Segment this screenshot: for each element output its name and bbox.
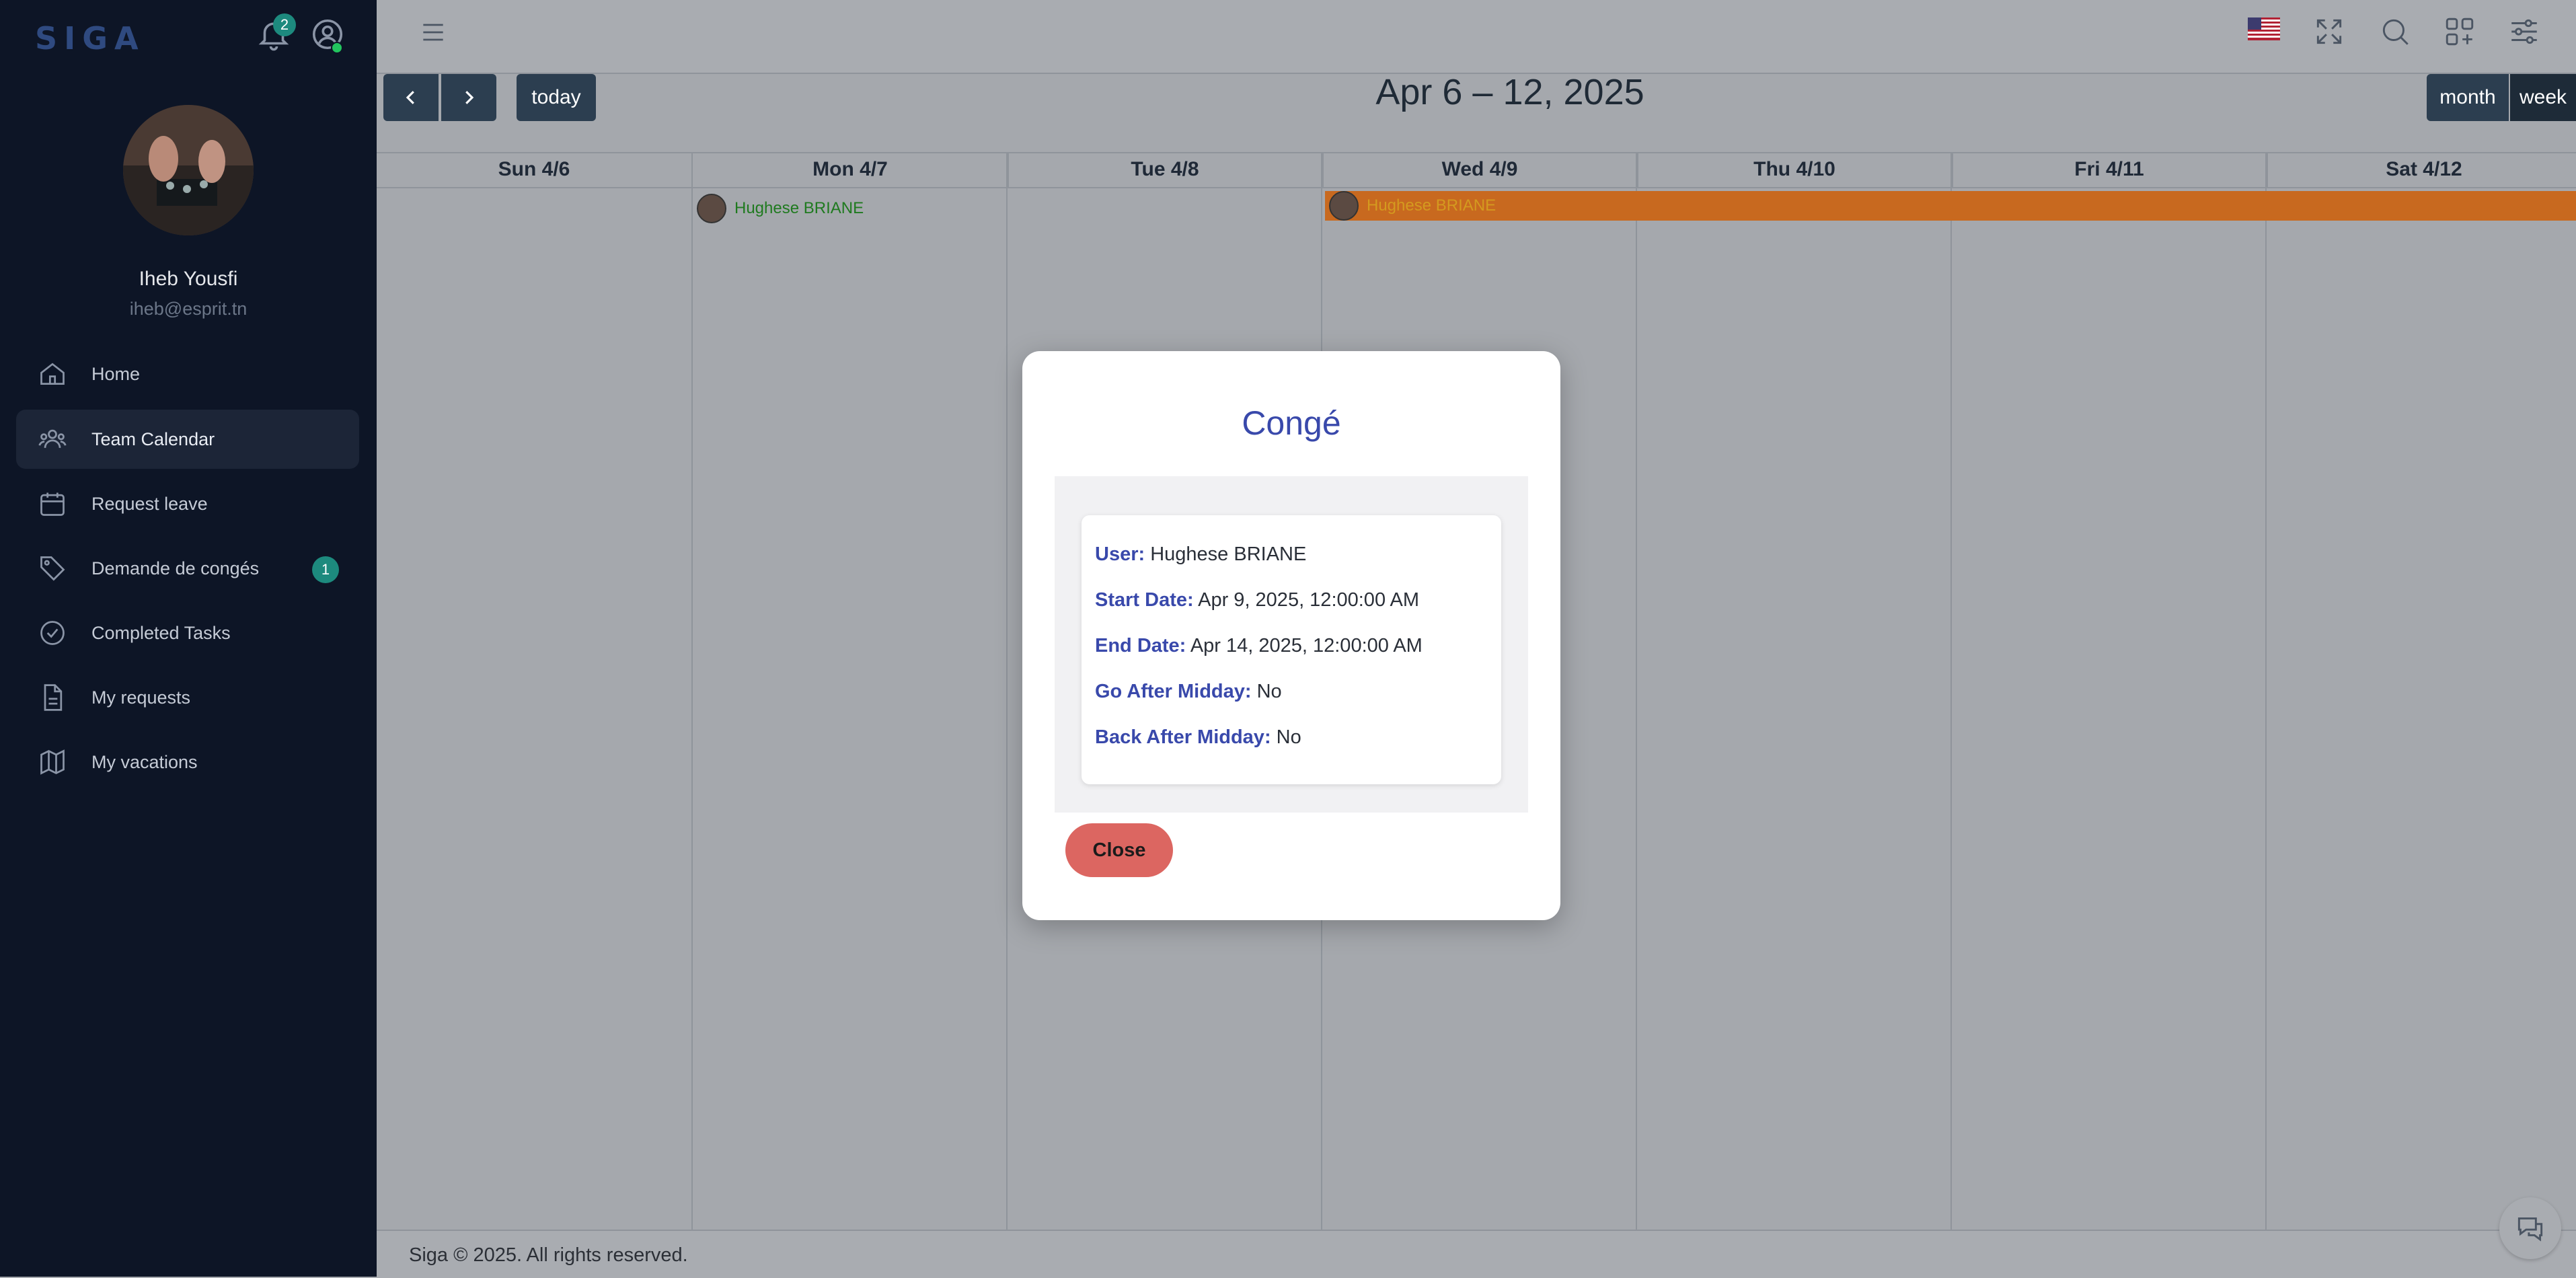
day-header: Mon 4/7: [693, 152, 1009, 187]
sidebar: SIGA 2 Iheb Yousfi iheb@esprit.tn Home T…: [0, 0, 377, 1277]
copyright-text: Siga © 2025. All rights reserved.: [409, 1244, 688, 1266]
calendar-event[interactable]: Hughese BRIANE: [697, 194, 864, 223]
grid-line: [1636, 152, 1637, 1230]
day-header: Fri 4/11: [1952, 152, 2268, 187]
sidebar-item-request-leave[interactable]: Request leave: [16, 474, 359, 533]
sidebar-item-label: Completed Tasks: [91, 622, 231, 643]
prev-week-button[interactable]: [383, 74, 439, 121]
avatar[interactable]: [123, 105, 254, 235]
detail-label: Start Date:: [1095, 589, 1194, 611]
check-circle-icon: [40, 621, 65, 645]
day-header: Tue 4/8: [1008, 152, 1324, 187]
us-flag-icon[interactable]: [2248, 17, 2280, 40]
detail-row-go-after-midday: Go After Midday: No: [1095, 681, 1282, 703]
day-header: Sun 4/6: [377, 152, 693, 187]
sidebar-item-label: Home: [91, 363, 141, 384]
detail-row-end-date: End Date: Apr 14, 2025, 12:00:00 AM: [1095, 635, 1423, 657]
modal-title: Congé: [1242, 404, 1341, 442]
search-icon[interactable]: [2378, 15, 2412, 48]
chat-icon: [2517, 1217, 2543, 1242]
week-view-button[interactable]: week: [2510, 74, 2576, 121]
home-icon: [40, 363, 65, 385]
detail-label: User:: [1095, 543, 1145, 565]
sidebar-item-completed-tasks[interactable]: Completed Tasks: [16, 603, 359, 663]
sidebar-item-label: My requests: [91, 687, 191, 708]
tag-icon: [40, 556, 65, 581]
notification-badge: 2: [273, 13, 296, 36]
grid-line: [377, 187, 2576, 188]
next-week-button[interactable]: [441, 74, 496, 121]
detail-value: Hughese BRIANE: [1150, 543, 1307, 565]
apps-grid-icon[interactable]: [2443, 15, 2476, 48]
detail-value: Apr 9, 2025, 12:00:00 AM: [1198, 589, 1420, 611]
app-logo[interactable]: SIGA: [35, 20, 145, 57]
calendar-event-bar[interactable]: Hughese BRIANE: [1325, 191, 2576, 221]
map-icon: [40, 749, 65, 775]
event-title: Hughese BRIANE: [734, 199, 864, 217]
detail-row-back-after-midday: Back After Midday: No: [1095, 726, 1301, 749]
day-header: Thu 4/10: [1637, 152, 1953, 187]
document-icon: [44, 684, 63, 711]
sidebar-item-label: My vacations: [91, 751, 198, 772]
pending-count-badge: 1: [312, 556, 339, 583]
sidebar-item-demande-de-conges[interactable]: Demande de congés 1: [16, 539, 359, 598]
user-name: Iheb Yousfi: [139, 268, 238, 290]
calendar-icon: [40, 492, 65, 516]
sidebar-item-label: Request leave: [91, 493, 208, 514]
online-status-dot: [331, 42, 343, 54]
detail-label: Back After Midday:: [1095, 726, 1271, 748]
grid-line: [2265, 152, 2267, 1230]
grid-line: [1950, 152, 1952, 1230]
sidebar-item-my-vacations[interactable]: My vacations: [16, 732, 359, 792]
detail-label: Go After Midday:: [1095, 681, 1252, 702]
top-bar: [377, 0, 2576, 74]
chat-button[interactable]: [2499, 1197, 2561, 1259]
hamburger-menu-icon[interactable]: [418, 17, 448, 47]
calendar-date-range-title: Apr 6 – 12, 2025: [1375, 72, 1644, 112]
detail-row-start-date: Start Date: Apr 9, 2025, 12:00:00 AM: [1095, 589, 1419, 611]
detail-row-user: User: Hughese BRIANE: [1095, 543, 1306, 566]
event-title: Hughese BRIANE: [1367, 196, 1497, 215]
event-avatar: [1329, 191, 1359, 221]
grid-line: [1006, 152, 1008, 1230]
users-icon: [38, 429, 67, 448]
detail-value: No: [1276, 726, 1301, 748]
grid-line: [691, 152, 693, 1230]
modal-body: User: Hughese BRIANE Start Date: Apr 9, …: [1055, 476, 1528, 813]
user-email: iheb@esprit.tn: [129, 299, 248, 319]
settings-sliders-icon[interactable]: [2507, 15, 2541, 48]
sidebar-item-my-requests[interactable]: My requests: [16, 668, 359, 727]
fullscreen-icon[interactable]: [2312, 15, 2346, 48]
leave-detail-card: User: Hughese BRIANE Start Date: Apr 9, …: [1082, 515, 1501, 784]
avatar-photo: [123, 105, 254, 235]
day-header: Wed 4/9: [1322, 152, 1638, 187]
month-view-button[interactable]: month: [2427, 74, 2509, 121]
today-button[interactable]: today: [517, 74, 596, 121]
detail-value: No: [1256, 681, 1282, 702]
sidebar-item-team-calendar[interactable]: Team Calendar: [16, 410, 359, 469]
detail-label: End Date:: [1095, 635, 1186, 656]
day-header: Sat 4/12: [2386, 158, 2462, 180]
footer: Siga © 2025. All rights reserved.: [377, 1230, 2576, 1278]
leave-details-modal: Congé User: Hughese BRIANE Start Date: A…: [1022, 351, 1560, 920]
chevron-right-icon: [465, 91, 474, 104]
sidebar-item-label: Team Calendar: [91, 428, 215, 449]
sidebar-item-label: Demande de congés: [91, 558, 260, 578]
sidebar-item-home[interactable]: Home: [16, 344, 359, 404]
close-button[interactable]: Close: [1065, 823, 1173, 877]
detail-value: Apr 14, 2025, 12:00:00 AM: [1190, 635, 1423, 656]
chevron-left-icon: [406, 91, 414, 104]
event-avatar: [697, 194, 726, 223]
